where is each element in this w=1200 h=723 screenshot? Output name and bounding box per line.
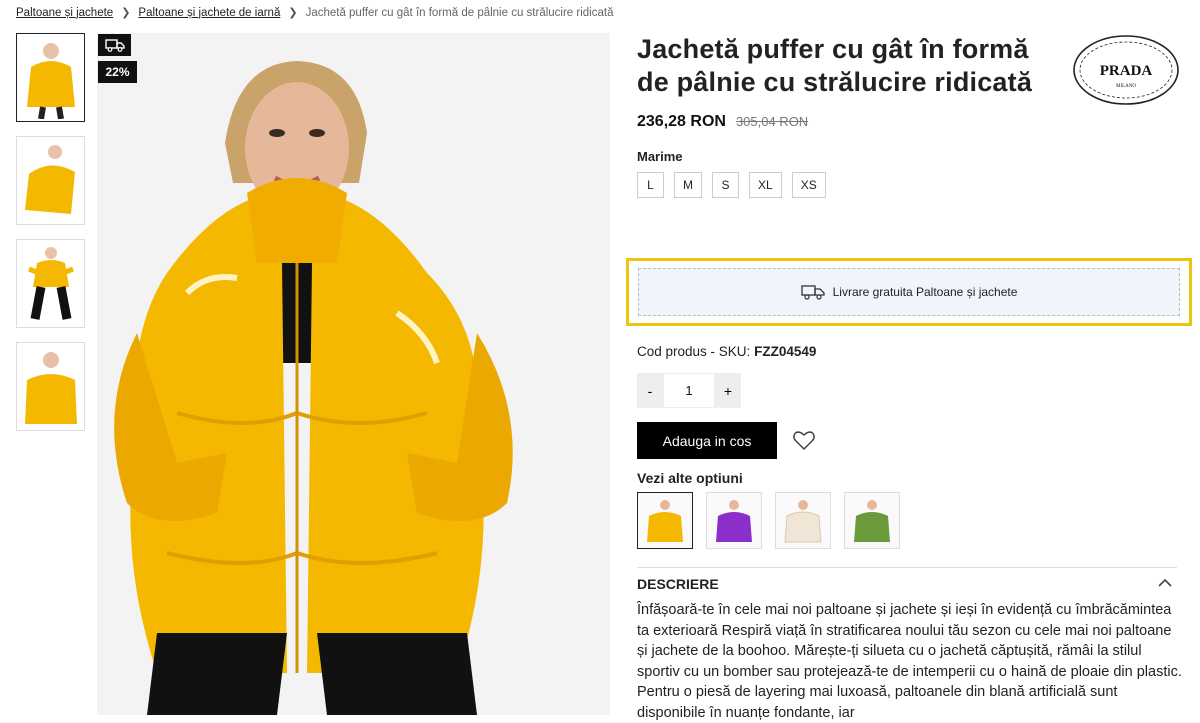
truck-icon bbox=[800, 285, 825, 300]
heart-icon bbox=[793, 431, 815, 451]
quantity-input[interactable]: 1 bbox=[663, 373, 715, 408]
quantity-decrease-button[interactable]: - bbox=[637, 373, 663, 408]
color-option-green[interactable] bbox=[844, 492, 900, 549]
product-thumbnail-2[interactable] bbox=[16, 136, 85, 225]
thumbnail-list bbox=[16, 33, 86, 445]
quantity-increase-button[interactable]: + bbox=[715, 373, 741, 408]
size-label: Marime bbox=[637, 149, 683, 164]
description-title: DESCRIERE bbox=[637, 575, 719, 592]
color-options bbox=[637, 492, 900, 549]
breadcrumb-link-winter-coats[interactable]: Paltoane și jachete de iarnă bbox=[138, 7, 280, 19]
color-option-cream[interactable] bbox=[775, 492, 831, 549]
color-option-purple[interactable] bbox=[706, 492, 762, 549]
breadcrumb: Paltoane și jachete ❯ Paltoane și jachet… bbox=[16, 6, 614, 20]
thumbnail-image bbox=[24, 144, 75, 214]
product-title: Jachetă puffer cu gât în formă de pâlnie… bbox=[637, 34, 1033, 97]
wishlist-heart-icon[interactable] bbox=[792, 428, 816, 452]
chevron-right-icon: ❯ bbox=[121, 7, 131, 19]
product-thumbnail-3[interactable] bbox=[16, 239, 85, 328]
color-option-yellow[interactable] bbox=[637, 492, 693, 549]
size-option-xl[interactable]: XL bbox=[749, 172, 782, 198]
svg-text:PRADA: PRADA bbox=[1100, 63, 1153, 79]
old-price: 305,04 RON bbox=[735, 114, 809, 129]
shipping-text: Livrare gratuita Paltoane și jachete bbox=[832, 285, 1018, 299]
shipping-banner: Livrare gratuita Paltoane și jachete bbox=[638, 268, 1180, 316]
add-to-cart-button[interactable]: Adauga in cos bbox=[637, 422, 777, 459]
main-product-image[interactable] bbox=[97, 33, 610, 715]
truck-icon bbox=[104, 39, 125, 52]
option-thumbnail bbox=[716, 499, 752, 542]
chevron-up-icon[interactable] bbox=[1157, 578, 1173, 588]
product-photo bbox=[97, 33, 610, 715]
svg-text:MILANO: MILANO bbox=[1116, 84, 1136, 89]
product-thumbnail-1[interactable] bbox=[16, 33, 85, 122]
product-info: Jachetă puffer cu gât în formă de pâlnie… bbox=[637, 33, 1185, 198]
description-text: Înfășoară-te în cele mai noi paltoane și… bbox=[637, 602, 1182, 721]
option-thumbnail bbox=[784, 499, 822, 542]
chevron-right-icon: ❯ bbox=[288, 7, 298, 19]
current-price: 236,28 RON bbox=[637, 113, 726, 130]
discount-badge: 22% bbox=[98, 61, 137, 83]
brand-logo[interactable]: PRADA MILANO bbox=[1071, 33, 1181, 107]
sku-label: Cod produs - SKU: bbox=[637, 344, 751, 359]
sku-row: Cod produs - SKU: FZZ04549 bbox=[637, 344, 816, 359]
product-thumbnail-4[interactable] bbox=[16, 342, 85, 431]
price-row: 236,28 RON 305,04 RON bbox=[637, 113, 1185, 131]
prada-logo: PRADA MILANO bbox=[1073, 35, 1179, 105]
option-thumbnail bbox=[647, 499, 683, 542]
thumbnail-image bbox=[27, 246, 74, 320]
description-header[interactable]: DESCRIERE bbox=[637, 567, 1177, 597]
option-thumbnail bbox=[854, 499, 890, 542]
size-option-m[interactable]: M bbox=[674, 172, 702, 198]
size-option-xs[interactable]: XS bbox=[791, 172, 826, 198]
size-option-l[interactable]: L bbox=[637, 172, 664, 198]
thumbnail-image bbox=[24, 351, 77, 424]
delivery-truck-badge bbox=[98, 34, 131, 56]
size-option-s[interactable]: S bbox=[712, 172, 739, 198]
sku-value: FZZ04549 bbox=[754, 344, 817, 359]
thumbnail-image bbox=[26, 42, 75, 119]
options-label: Vezi alte optiuni bbox=[637, 470, 743, 486]
size-selector: L M S XL XS bbox=[637, 172, 1185, 198]
quantity-stepper: - 1 + bbox=[637, 373, 741, 408]
breadcrumb-current: Jachetă puffer cu gât în formă de pâlnie… bbox=[305, 6, 614, 19]
shipping-banner-highlight: Livrare gratuita Paltoane și jachete bbox=[626, 258, 1192, 326]
breadcrumb-link-coats[interactable]: Paltoane și jachete bbox=[16, 7, 113, 19]
